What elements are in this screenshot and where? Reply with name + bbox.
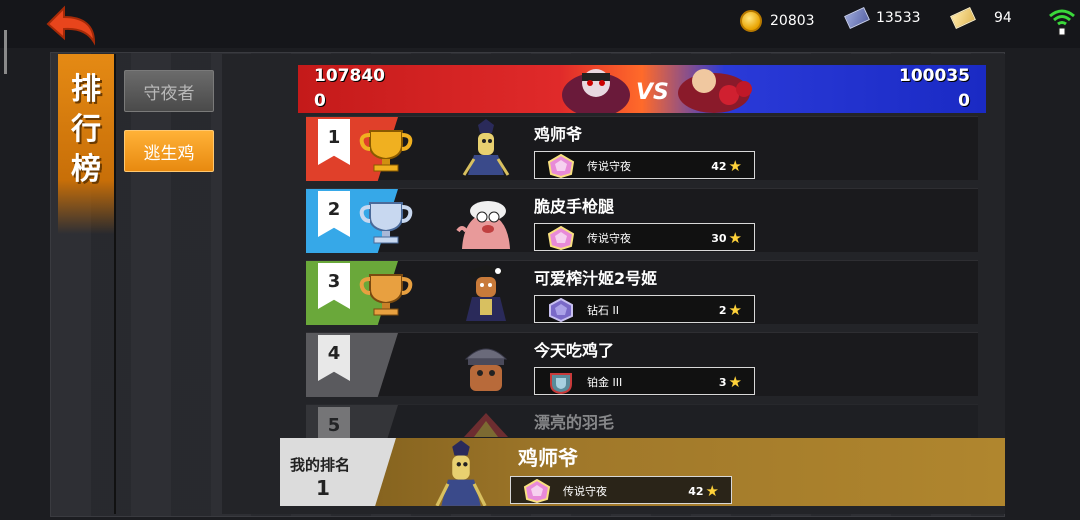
blue-ticket-icon	[844, 7, 870, 29]
gold-trophy-icon	[359, 130, 413, 172]
my-rank-label-box: 我的排名 1	[280, 438, 396, 506]
my-rank-bar[interactable]: 我的排名 1 鸡师爷 传说守夜 42 ★	[280, 438, 1005, 506]
leaderboard-row[interactable]: 2 脆皮手枪腿 传说守夜 30 ★	[306, 188, 978, 253]
rank-tier-panel: 传说守夜 42 ★	[534, 151, 755, 179]
my-rank-label: 我的排名	[290, 456, 351, 474]
legend-gem-icon	[523, 479, 551, 503]
divider	[114, 54, 116, 514]
leaderboard-row[interactable]: 4 今天吃鸡了 铂金 III 3 ★	[306, 332, 978, 397]
my-rank-tier-panel: 传说守夜 42 ★	[510, 476, 732, 504]
right-score: 100035	[899, 66, 970, 86]
right-sub-score: 0	[958, 91, 970, 111]
wifi-signal-icon	[1049, 9, 1075, 36]
player-avatar	[462, 119, 510, 176]
player-name: 今天吃鸡了	[534, 341, 615, 360]
tier-name: 钻石 II	[587, 304, 619, 317]
star-count: 2 ★	[718, 301, 742, 319]
tab-watchman[interactable]: 守夜者	[124, 70, 214, 112]
my-avatar	[435, 440, 487, 506]
tier-name: 铂金 III	[587, 376, 623, 389]
gold-ticket-counter: 94	[950, 7, 1012, 29]
star-icon: ★	[728, 301, 742, 319]
leaderboard-title: 排 行 榜	[58, 54, 114, 234]
tier-name: 传说守夜	[563, 485, 607, 498]
versus-banner: 107840 0 100035 0 VS	[298, 65, 986, 113]
player-avatar	[466, 265, 506, 321]
player-avatar	[464, 348, 508, 391]
rank-tier-panel: 传说守夜 30 ★	[534, 223, 755, 251]
rank-tier-panel: 铂金 III 3 ★	[534, 367, 755, 395]
player-name: 可爱榨汁姬2号姬	[534, 269, 658, 288]
legend-gem-icon	[547, 154, 575, 178]
player-avatar	[456, 201, 510, 249]
ticket-counter: 13533	[844, 7, 921, 29]
versus-characters-image: VS	[562, 69, 752, 113]
leaderboard-row[interactable]: 1 鸡师爷 传说守夜 42 ★	[306, 116, 978, 181]
diamond-rank-icon	[549, 298, 573, 322]
player-avatar	[464, 413, 508, 437]
star-count: 42 ★	[688, 482, 719, 500]
tab-escape-chicken[interactable]: 逃生鸡	[124, 130, 214, 172]
player-name: 漂亮的羽毛	[534, 413, 615, 432]
back-arrow-icon[interactable]	[44, 4, 100, 46]
leaderboard-row[interactable]: 5 漂亮的羽毛	[306, 404, 978, 438]
left-score: 107840	[314, 66, 385, 86]
star-icon: ★	[728, 229, 742, 247]
silver-trophy-icon	[359, 202, 413, 244]
bronze-trophy-icon	[359, 274, 413, 316]
leaderboard-row[interactable]: 3 可爱榨汁姬2号姬 钻石 II 2 ★	[306, 260, 978, 325]
gold-coin-icon	[740, 10, 762, 32]
gold-ticket-icon	[950, 7, 976, 29]
my-rank-number: 1	[316, 476, 330, 500]
star-count: 30 ★	[711, 229, 742, 247]
legend-gem-icon	[547, 226, 575, 250]
svg-text:VS: VS	[636, 80, 669, 105]
star-icon: ★	[705, 482, 719, 500]
star-count: 42 ★	[711, 157, 742, 175]
top-bar: 20803 13533 94	[0, 0, 1080, 48]
tier-name: 传说守夜	[587, 160, 631, 173]
my-player-name: 鸡师爷	[518, 446, 578, 470]
rank-tier-panel: 钻石 II 2 ★	[534, 295, 755, 323]
screen-edge-indicator	[4, 30, 7, 74]
rank-number: 5	[318, 407, 350, 438]
platinum-rank-icon	[550, 373, 572, 394]
left-sub-score: 0	[314, 91, 326, 111]
tier-name: 传说守夜	[587, 232, 631, 245]
star-count: 3 ★	[718, 373, 742, 391]
player-name: 脆皮手枪腿	[534, 197, 615, 216]
star-icon: ★	[728, 157, 742, 175]
coin-counter: 20803	[740, 10, 815, 32]
player-name: 鸡师爷	[534, 125, 583, 144]
star-icon: ★	[728, 373, 742, 391]
